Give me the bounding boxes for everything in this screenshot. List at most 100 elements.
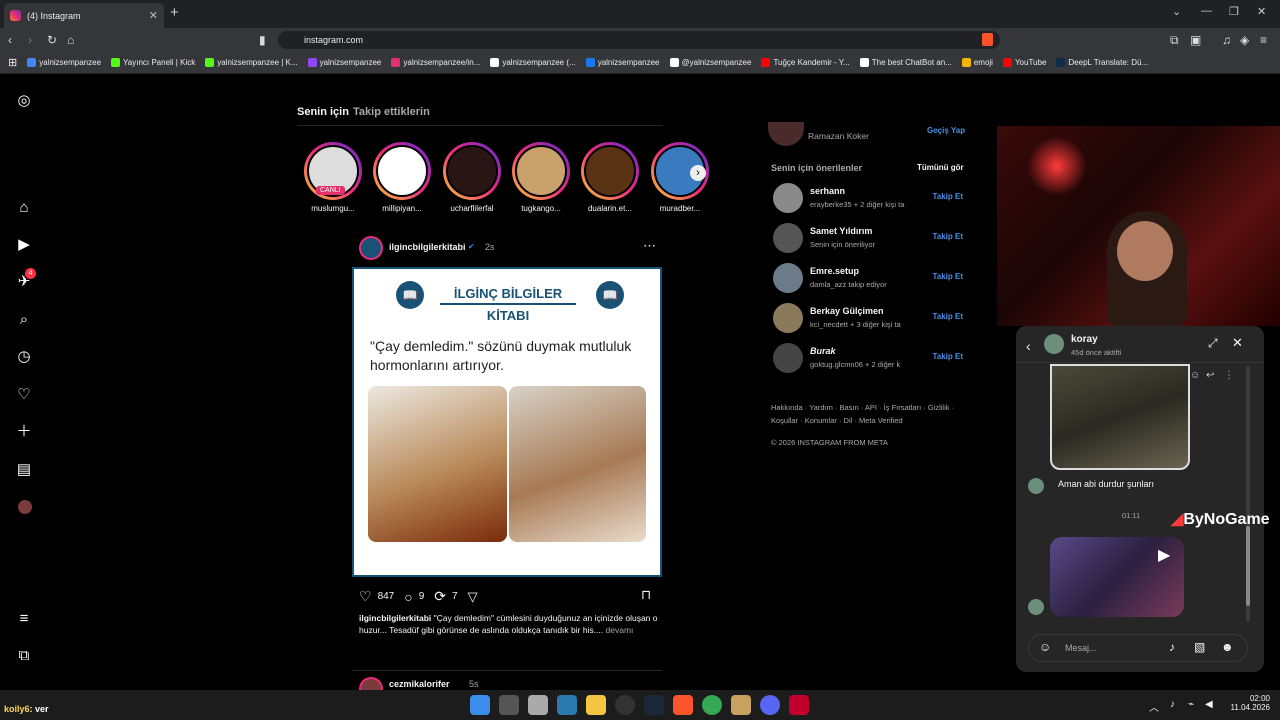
bookmark-item[interactable]: emoji — [961, 58, 993, 67]
notifications-heart-icon[interactable]: ♡ — [14, 385, 34, 405]
steam-icon[interactable] — [644, 695, 664, 715]
microphone-icon[interactable]: ♪ — [1169, 640, 1175, 654]
valorant-icon[interactable] — [789, 695, 809, 715]
bookmark-item[interactable]: DeepL Translate: Dü... — [1056, 58, 1148, 67]
apps-grid-icon[interactable]: ⊞ — [8, 56, 17, 69]
bookmark-item[interactable]: Tuğçe Kandemir - Y... — [761, 58, 850, 67]
chrome-icon[interactable] — [702, 695, 722, 715]
gallery-icon[interactable]: ▧ — [1194, 640, 1205, 654]
minimize-icon[interactable]: — — [1201, 5, 1212, 17]
stories-next-icon[interactable]: › — [690, 165, 706, 181]
mic-tray-icon[interactable]: ♪ — [1170, 699, 1175, 710]
bookmark-icon[interactable]: ▮ — [259, 33, 266, 47]
home-icon[interactable]: ⌂ — [14, 198, 34, 218]
reply-icon[interactable]: ↩ — [1206, 370, 1214, 381]
suggestion-name[interactable]: serhann — [810, 186, 845, 196]
story-item[interactable]: dualarin.et... — [581, 142, 639, 213]
current-user-avatar[interactable] — [768, 122, 804, 146]
post-author-name[interactable]: ilgincbilgilerkitabi — [389, 242, 466, 252]
suggestion-avatar[interactable] — [773, 343, 803, 373]
suggestion-avatar[interactable] — [773, 303, 803, 333]
message-more-icon[interactable]: ⋮ — [1224, 370, 1234, 381]
follow-button[interactable]: Takip Et — [932, 192, 963, 201]
chat-scrollbar[interactable] — [1246, 366, 1250, 622]
volume-icon[interactable]: ◀ — [1205, 699, 1213, 710]
bookmark-item[interactable]: yalnizsempanzee — [585, 58, 660, 67]
scrollbar-thumb[interactable] — [1246, 526, 1250, 606]
home-icon[interactable]: ⌂ — [67, 33, 74, 47]
like-icon[interactable]: ♡ — [359, 588, 372, 605]
brave-icon[interactable] — [673, 695, 693, 715]
see-all-link[interactable]: Tümünü gör — [917, 163, 964, 172]
tab-search-icon[interactable]: ⌄ — [1172, 5, 1181, 18]
bookmark-item[interactable]: YouTube — [1002, 58, 1046, 67]
suggestion-avatar[interactable] — [773, 223, 803, 253]
emoji-icon[interactable]: ☺ — [1039, 640, 1051, 654]
chat-name[interactable]: koray — [1071, 334, 1098, 345]
footer-links[interactable]: Hakkında · Yardım · Basın · API · İş Fır… — [771, 401, 961, 427]
more-menu-icon[interactable]: ≡ — [14, 609, 34, 629]
chat-back-icon[interactable]: ‹ — [1026, 338, 1031, 354]
suggestion-name[interactable]: Emre.setup — [810, 266, 859, 276]
react-icon[interactable]: ☺ — [1190, 370, 1200, 381]
also-from-meta-icon[interactable]: ⧉ — [14, 646, 34, 666]
tray-chevron-icon[interactable]: ︿ — [1149, 699, 1159, 714]
caption-more-link[interactable]: devamı — [606, 625, 634, 635]
chat-avatar[interactable] — [1044, 334, 1064, 354]
follow-button[interactable]: Takip Et — [932, 312, 963, 321]
bookmark-item[interactable]: yalnizsempanzee (... — [490, 58, 576, 67]
media-icon[interactable]: ♫ — [1222, 33, 1231, 47]
tab-following[interactable]: Takip ettiklerin — [353, 106, 430, 118]
suggestion-name[interactable]: Samet Yıldırım — [810, 226, 872, 236]
forward-icon[interactable]: › — [28, 33, 32, 47]
chat-video-message[interactable]: ▶ — [1050, 537, 1184, 617]
notepad-icon[interactable] — [528, 695, 548, 715]
network-icon[interactable]: ⌁ — [1188, 699, 1194, 710]
reload-icon[interactable]: ↻ — [47, 33, 57, 47]
play-icon[interactable]: ▶ — [1158, 545, 1170, 565]
suggestion-name[interactable]: Burak — [810, 346, 836, 356]
repost-icon[interactable]: ⟳ — [434, 588, 446, 605]
bookmark-item[interactable]: Yayıncı Paneli | Kick — [111, 58, 195, 67]
task-view-icon[interactable] — [499, 695, 519, 715]
story-item[interactable]: tugkango... — [512, 142, 570, 213]
clock[interactable]: 02:00 11.04.2026 — [1228, 694, 1270, 712]
back-icon[interactable]: ‹ — [8, 33, 12, 47]
chat-image-message[interactable] — [1050, 364, 1190, 470]
follow-button[interactable]: Takip Et — [932, 352, 963, 361]
message-input-box[interactable]: ☺ Mesaj... ♪ ▧ ☻ — [1028, 634, 1248, 662]
obs-icon[interactable] — [615, 695, 635, 715]
bookmark-item[interactable]: yalnizsempanzee | K... — [205, 58, 298, 67]
vpn-icon[interactable]: ◈ — [1240, 33, 1249, 47]
explore-icon[interactable]: ◷ — [14, 347, 34, 367]
messages-icon[interactable]: ✈ 4 — [14, 268, 36, 292]
browser-tab[interactable]: (4) Instagram ✕ — [4, 3, 164, 28]
share-icon[interactable]: ▽ — [468, 589, 478, 605]
post-image[interactable]: 📖 İLGİNÇ BİLGİLER KİTABI 📖 "Çay demledim… — [352, 267, 662, 577]
create-plus-icon[interactable]: ＋ — [14, 422, 34, 442]
start-icon[interactable] — [470, 695, 490, 715]
tab-close-icon[interactable]: ✕ — [149, 9, 158, 22]
brave-shield-icon[interactable] — [982, 33, 993, 46]
url-bar[interactable]: instagram.com — [278, 31, 1000, 49]
file-explorer-icon[interactable] — [586, 695, 606, 715]
sidebar-toggle-icon[interactable]: ▣ — [1190, 33, 1201, 47]
bookmark-item[interactable]: yalnizsempanzee/in... — [391, 58, 480, 67]
app-icon[interactable] — [731, 695, 751, 715]
chat-close-icon[interactable]: ✕ — [1232, 335, 1243, 351]
window-close-icon[interactable]: ✕ — [1257, 5, 1266, 18]
sticker-icon[interactable]: ☻ — [1221, 640, 1234, 654]
dashboard-icon[interactable]: ▤ — [14, 460, 34, 480]
maximize-icon[interactable]: ❐ — [1229, 5, 1239, 18]
next-post-author[interactable]: cezmikalorifer — [389, 679, 450, 689]
bookmark-item[interactable]: yalnizsempanzee — [307, 58, 381, 67]
suggestion-avatar[interactable] — [773, 263, 803, 293]
photos-icon[interactable] — [557, 695, 577, 715]
message-placeholder[interactable]: Mesaj... — [1065, 643, 1097, 653]
story-item[interactable]: millipiyan... — [373, 142, 431, 213]
suggestion-name[interactable]: Berkay Gülçimen — [810, 306, 884, 316]
menu-icon[interactable]: ≡ — [1260, 33, 1267, 47]
instagram-logo-icon[interactable]: ◎ — [14, 91, 34, 111]
extensions-icon[interactable]: ⧉ — [1170, 33, 1179, 48]
reels-icon[interactable]: ▶ — [14, 235, 34, 255]
